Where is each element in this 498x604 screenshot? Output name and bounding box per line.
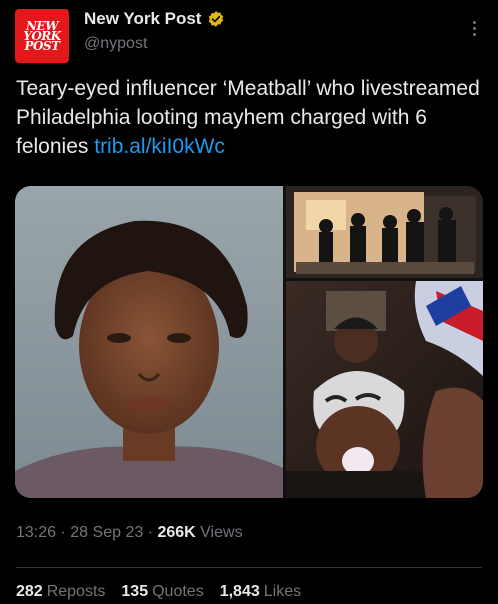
engagement-stats: 282 Reposts 135 Quotes 1,843 Likes [16, 583, 301, 601]
avatar-line-3: POST [24, 39, 60, 53]
quotes-count: 135 [121, 583, 149, 600]
quotes-stat[interactable]: 135 Quotes [121, 583, 203, 601]
views-label: Views [200, 524, 243, 541]
media-grid[interactable] [15, 186, 483, 498]
likes-count: 1,843 [219, 583, 260, 600]
divider [16, 567, 482, 568]
display-name[interactable]: New York Post [84, 9, 201, 29]
likes-stat[interactable]: 1,843 Likes [220, 583, 301, 601]
livestream-selfie-photo[interactable] [286, 281, 483, 498]
views-count: 266K [157, 524, 196, 541]
handle[interactable]: @nypost [84, 35, 147, 53]
reposts-stat[interactable]: 282 Reposts [16, 583, 105, 601]
tweet-text: Teary-eyed influencer ‘Meatball’ who liv… [16, 74, 486, 161]
tweet-date[interactable]: 28 Sep 23 [70, 524, 143, 541]
meta-separator-2: · [147, 524, 154, 541]
mugshot-photo[interactable] [15, 186, 283, 498]
avatar[interactable]: NEW YORK POST [15, 9, 69, 63]
likes-label: Likes [263, 583, 302, 600]
quotes-label: Quotes [152, 583, 204, 600]
author-row: New York Post [84, 9, 225, 29]
reposts-count: 282 [16, 583, 43, 600]
tweet-meta: 13:26 · 28 Sep 23 · 266K Views [16, 524, 243, 542]
looting-crowd-photo[interactable] [286, 186, 483, 278]
tweet-link[interactable]: trib.al/kiI0kWc [94, 135, 225, 158]
tweet-time[interactable]: 13:26 [16, 524, 56, 541]
tweet-body: Teary-eyed influencer ‘Meatball’ who liv… [16, 77, 480, 158]
reposts-label: Reposts [46, 583, 106, 600]
more-options-icon[interactable] [464, 18, 484, 38]
verified-badge-icon [209, 11, 224, 27]
meta-separator-1: · [60, 524, 66, 541]
